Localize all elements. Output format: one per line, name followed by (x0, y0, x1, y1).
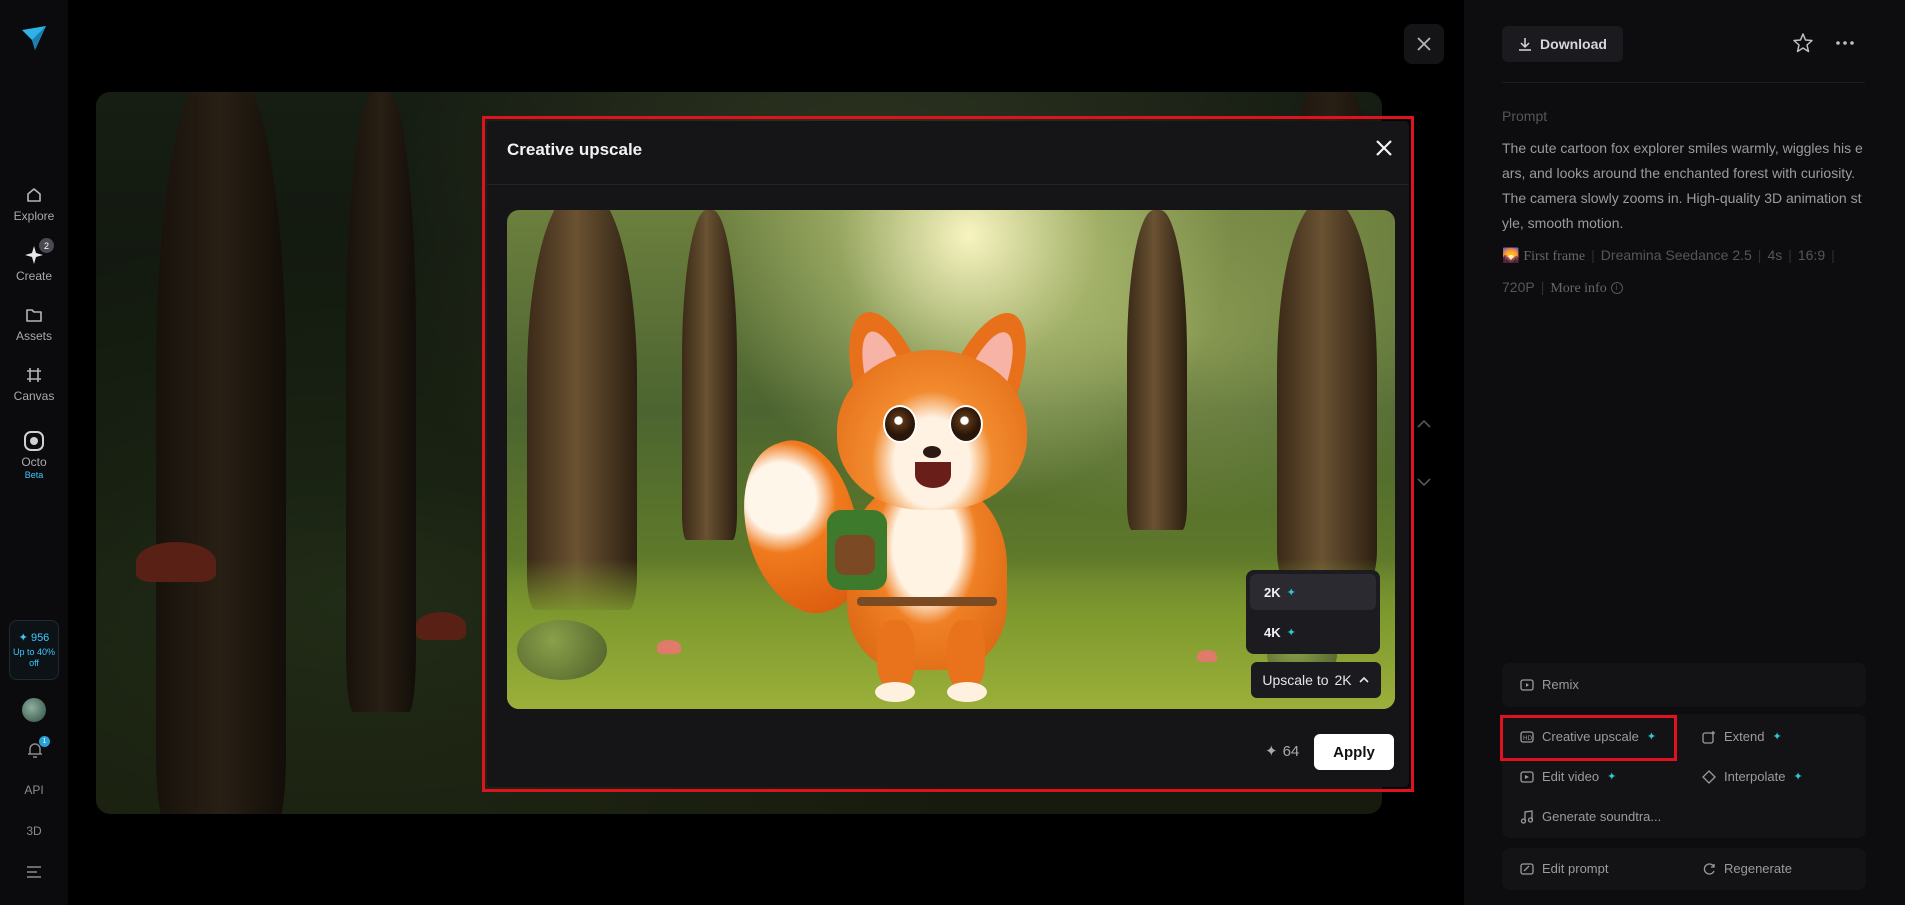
app-logo-icon[interactable] (20, 24, 48, 52)
edit-video-label: Edit video (1542, 769, 1600, 784)
nav-octo[interactable]: Octo Beta (0, 430, 68, 480)
sparkle-icon: ✦ (1793, 771, 1803, 783)
home-icon (23, 184, 45, 206)
divider (1502, 82, 1865, 83)
modal-title: Creative upscale (507, 140, 643, 159)
edit-prompt-button[interactable]: Edit prompt (1520, 861, 1608, 876)
extend-icon (1702, 730, 1715, 744)
sparkle-icon: 2 (23, 238, 54, 266)
interpolate-icon (1702, 769, 1716, 784)
previous-arrow-icon[interactable] (1414, 414, 1434, 434)
credits-box[interactable]: ✦ 956 Up to 40% off (9, 620, 59, 680)
nav-canvas[interactable]: Canvas (0, 364, 68, 403)
credits-promo: Up to 40% off (12, 647, 56, 668)
nav-label: Assets (15, 329, 52, 343)
credit-cost: ✦ 64 (1265, 742, 1300, 761)
bell-icon[interactable]: 1 (25, 736, 50, 760)
generation-meta: 🌄 First frame | Dreamina Seedance 2.5 | 4s | 1… (1502, 247, 1835, 296)
prompt-text: The cute cartoon fox explorer smiles war… (1502, 140, 1863, 231)
info-icon[interactable]: i (1610, 282, 1623, 295)
nav-label: Explore (13, 209, 55, 223)
close-icon[interactable] (1374, 138, 1394, 158)
interpolate-button[interactable]: Interpolate ✦ (1702, 769, 1803, 784)
extend-label: Extend (1724, 729, 1765, 744)
favorite-star-icon[interactable] (1792, 32, 1814, 54)
generate-soundtrack-label: Generate soundtra... (1542, 809, 1662, 824)
creative-upscale-label: Creative upscale (1542, 729, 1639, 744)
nav-assets[interactable]: Assets (0, 304, 68, 343)
resolution-dropdown-menu: 2K ✦ 4K ✦ (1246, 570, 1380, 654)
api-link[interactable]: API (0, 783, 68, 797)
left-sidebar: Explore 2 Create Assets Canvas Octo Beta… (0, 0, 68, 905)
meta-resolution: 720P (1502, 279, 1535, 295)
svg-text:HD: HD (1523, 735, 1533, 742)
upscale-value: 2K (1334, 672, 1352, 688)
refresh-icon (1703, 862, 1715, 875)
upscale-resolution-select[interactable]: Upscale to 2K (1251, 662, 1381, 698)
octo-icon (23, 430, 45, 452)
download-label: Download (1540, 36, 1607, 52)
meta-duration: 4s (1767, 247, 1783, 263)
nav-create[interactable]: 2 Create (0, 238, 68, 283)
nav-label: Canvas (13, 389, 55, 403)
creative-upscale-button[interactable]: HD Creative upscale ✦ (1520, 729, 1656, 744)
remix-label: Remix (1542, 677, 1579, 692)
sparkle-icon: ✦ (1772, 731, 1782, 743)
nav-label: Octo (21, 455, 47, 469)
generate-soundtrack-button[interactable]: Generate soundtra... (1520, 809, 1661, 824)
edit-video-button[interactable]: Edit video ✦ (1520, 769, 1616, 784)
regenerate-label: Regenerate (1724, 861, 1792, 876)
close-viewer-button[interactable] (1404, 24, 1444, 64)
edit-icon (1520, 862, 1534, 875)
create-badge: 2 (39, 238, 54, 253)
nav-explore[interactable]: Explore (0, 184, 68, 223)
option-2k[interactable]: 2K ✦ (1250, 574, 1376, 610)
upscale-prefix: Upscale to (1262, 672, 1329, 688)
option-label: 4K (1264, 624, 1281, 640)
meta-first-frame[interactable]: First frame (1523, 249, 1585, 264)
credit-icon: ✦ (1265, 743, 1278, 760)
first-frame-thumb-icon: 🌄 (1502, 247, 1520, 263)
beta-tag: Beta (24, 470, 44, 480)
menu-icon[interactable] (26, 866, 42, 878)
meta-model: Dreamina Seedance 2.5 (1600, 247, 1752, 263)
download-icon (1519, 38, 1532, 51)
chevron-up-icon (1359, 676, 1369, 683)
sparkle-icon: ✦ (1286, 626, 1296, 639)
close-icon (1417, 37, 1431, 51)
avatar[interactable] (22, 698, 46, 722)
download-button[interactable]: Download (1502, 26, 1623, 62)
nav-label: Create (15, 269, 53, 283)
more-options-icon[interactable] (1834, 32, 1856, 54)
next-arrow-icon[interactable] (1414, 472, 1434, 492)
prompt-heading: Prompt (1502, 108, 1548, 124)
edit-prompt-label: Edit prompt (1542, 861, 1609, 876)
divider (487, 184, 1409, 185)
credits-count: ✦ 956 (18, 632, 50, 644)
3d-link[interactable]: 3D (0, 824, 68, 838)
remix-icon (1520, 678, 1534, 691)
extend-button[interactable]: Extend ✦ (1702, 729, 1782, 744)
folder-icon (23, 304, 45, 326)
option-label: 2K (1264, 584, 1281, 600)
cost-value: 64 (1282, 742, 1300, 760)
notification-badge: 1 (39, 736, 50, 747)
canvas-icon (23, 364, 45, 386)
regenerate-button[interactable]: Regenerate (1702, 861, 1792, 876)
upscale-icon: HD (1520, 730, 1534, 743)
more-info-link[interactable]: More info (1550, 281, 1606, 296)
sparkle-icon: ✦ (1607, 771, 1617, 783)
apply-button[interactable]: Apply (1314, 734, 1394, 770)
option-4k[interactable]: 4K ✦ (1250, 614, 1376, 650)
interpolate-label: Interpolate (1724, 769, 1786, 784)
meta-ratio: 16:9 (1797, 247, 1826, 263)
sparkle-icon: ✦ (1646, 731, 1657, 743)
music-note-icon (1520, 809, 1534, 824)
sparkle-icon: ✦ (1286, 586, 1296, 599)
remix-button[interactable]: Remix (1520, 677, 1579, 692)
edit-video-icon (1520, 770, 1534, 783)
